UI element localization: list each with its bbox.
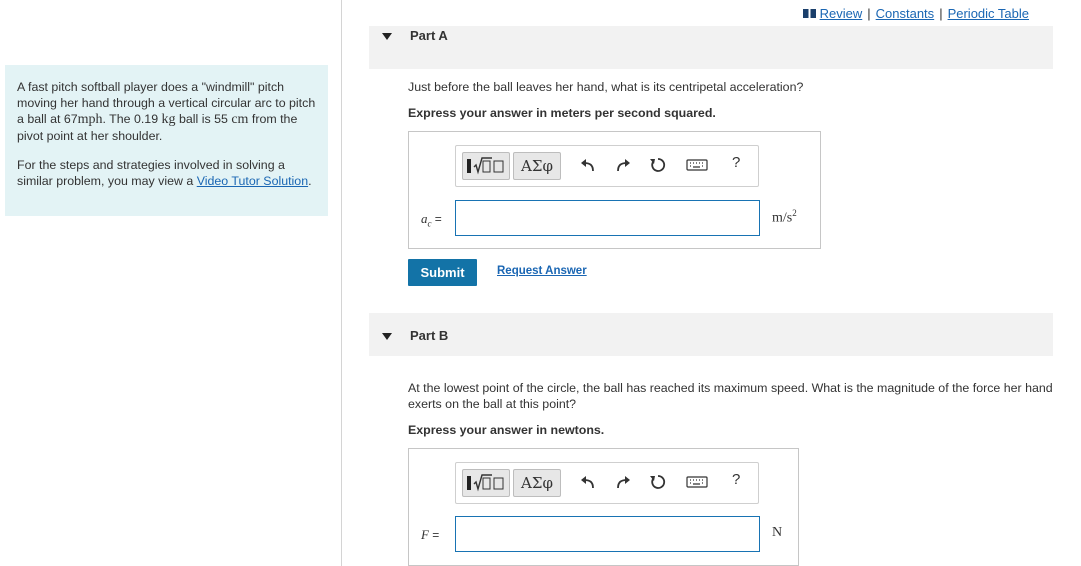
reset-icon[interactable] [649, 473, 667, 491]
undo-icon[interactable] [579, 473, 597, 491]
variable-label: ac = [421, 211, 442, 229]
templates-icon [467, 157, 504, 175]
templates-button[interactable] [462, 152, 510, 180]
part-a-answer-box: ΑΣφ ? ac = m/s2 [408, 131, 821, 249]
part-a-title: Part A [410, 28, 448, 43]
part-b-header[interactable]: Part B [369, 313, 1053, 356]
redo-icon[interactable] [614, 473, 632, 491]
undo-icon[interactable] [579, 156, 597, 174]
part-a-header[interactable]: Part A [369, 26, 1053, 69]
math-toolbar: ΑΣφ ? [455, 462, 759, 504]
panel-divider [341, 0, 342, 566]
keyboard-icon[interactable] [686, 156, 708, 174]
help-icon[interactable]: ? [732, 471, 740, 488]
collapse-triangle-icon[interactable] [382, 33, 392, 40]
book-icon [802, 9, 816, 18]
answer-unit: N [772, 525, 783, 540]
part-b-instruction: Express your answer in newtons. [408, 423, 605, 437]
redo-icon[interactable] [614, 156, 632, 174]
request-answer-link[interactable]: Request Answer [497, 265, 587, 277]
variable-label: F = [421, 527, 440, 542]
problem-intro-panel: A fast pitch softball player does a "win… [5, 65, 328, 216]
answer-unit: m/s2 [772, 208, 797, 226]
keyboard-icon[interactable] [686, 473, 708, 491]
help-icon[interactable]: ? [732, 154, 740, 171]
video-tutor-link[interactable]: Video Tutor Solution [197, 174, 308, 188]
templates-button[interactable] [462, 469, 510, 497]
constants-link[interactable]: Constants [876, 6, 935, 21]
templates-icon [467, 474, 504, 492]
math-toolbar: ΑΣφ ? [455, 145, 759, 187]
answer-input[interactable] [455, 200, 760, 236]
greek-symbols-button[interactable]: ΑΣφ [513, 469, 561, 497]
part-b-question: At the lowest point of the circle, the b… [408, 381, 1053, 411]
part-a-question: Just before the ball leaves her hand, wh… [408, 80, 804, 94]
greek-symbols-button[interactable]: ΑΣφ [513, 152, 561, 180]
answer-input[interactable] [455, 516, 760, 552]
part-b-title: Part B [410, 328, 449, 343]
video-tutor-note: For the steps and strategies involved in… [17, 158, 312, 188]
submit-button[interactable]: Submit [408, 259, 477, 286]
part-b-answer-box: ΑΣφ ? F = N [408, 448, 799, 566]
part-a-instruction: Express your answer in meters per second… [408, 106, 716, 120]
review-link[interactable]: Review [820, 6, 863, 21]
resource-links: Review | Constants | Periodic Table [802, 6, 1029, 21]
problem-statement: A fast pitch softball player does a "win… [17, 80, 316, 143]
periodic-table-link[interactable]: Periodic Table [948, 6, 1029, 21]
collapse-triangle-icon[interactable] [382, 333, 392, 340]
link-separator: | [867, 6, 871, 21]
reset-icon[interactable] [649, 156, 667, 174]
link-separator: | [939, 6, 943, 21]
